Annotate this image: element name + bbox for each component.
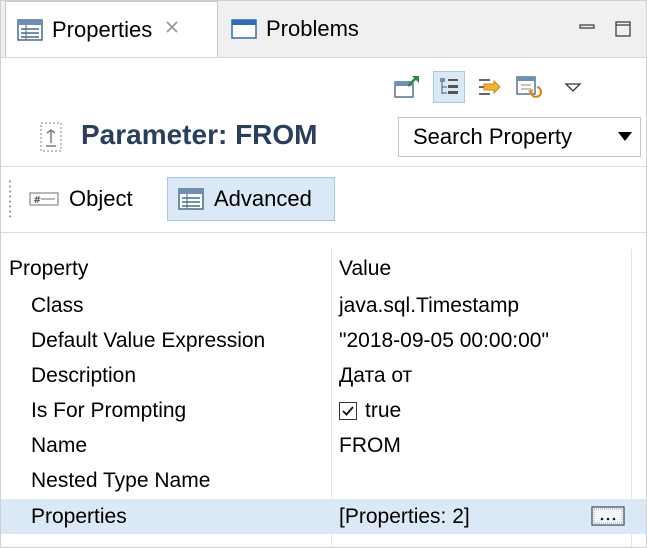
filter-advanced-icon bbox=[479, 79, 501, 95]
property-value[interactable]: "2018-09-05 00:00:00" bbox=[339, 323, 549, 358]
property-name: Name bbox=[31, 433, 88, 457]
properties-view: Properties Problems Parameter: FROM Sear… bbox=[0, 0, 647, 548]
maximize-view-button[interactable] bbox=[611, 17, 635, 41]
parameter-icon bbox=[37, 121, 65, 153]
table-row[interactable]: Nested Type Name bbox=[1, 463, 646, 498]
property-table: Property Value Class java.sql.Timestamp … bbox=[1, 249, 646, 547]
problems-view-icon bbox=[231, 18, 257, 40]
tab-object-label: Object bbox=[69, 186, 133, 211]
property-name: Description bbox=[31, 363, 137, 387]
show-advanced-button[interactable] bbox=[473, 71, 505, 103]
categories-tree-icon bbox=[440, 78, 458, 94]
checkbox-checked-icon[interactable] bbox=[339, 401, 357, 420]
tab-problems[interactable]: Problems bbox=[221, 1, 381, 57]
property-value[interactable]: java.sql.Timestamp bbox=[339, 288, 519, 323]
table-row-selected[interactable]: Properties [Properties: 2] bbox=[1, 499, 646, 534]
column-header-value[interactable]: Value bbox=[339, 251, 391, 286]
pin-view-button[interactable] bbox=[391, 71, 423, 103]
show-categories-button[interactable] bbox=[433, 71, 465, 103]
property-name: Nested Type Name bbox=[31, 468, 211, 492]
edit-properties-button[interactable] bbox=[590, 505, 626, 527]
checkbox-value-label: true bbox=[365, 398, 402, 422]
table-row[interactable]: Default Value Expression "2018-09-05 00:… bbox=[1, 323, 646, 358]
title-row: Parameter: FROM Search Property bbox=[1, 113, 646, 161]
property-category-tabs: # Object Advanced bbox=[1, 171, 646, 227]
tab-properties[interactable]: Properties bbox=[5, 1, 218, 57]
restore-default-icon bbox=[516, 76, 543, 98]
tab-advanced[interactable]: Advanced bbox=[167, 177, 335, 221]
tab-advanced-label: Advanced bbox=[214, 186, 312, 211]
table-header-row: Property Value bbox=[1, 251, 646, 287]
dropdown-arrow-icon[interactable] bbox=[618, 132, 632, 141]
divider bbox=[1, 232, 646, 233]
pin-view-icon bbox=[394, 76, 419, 98]
toolbar-grip[interactable] bbox=[8, 179, 12, 219]
restore-default-button[interactable] bbox=[513, 71, 545, 103]
object-field-icon: # bbox=[29, 191, 59, 207]
property-name: Default Value Expression bbox=[31, 328, 266, 352]
tab-object[interactable]: # Object bbox=[21, 177, 161, 221]
svg-text:#: # bbox=[33, 195, 41, 206]
divider bbox=[1, 166, 646, 167]
search-property-value: Search Property bbox=[413, 124, 572, 149]
property-value-checkbox[interactable]: true bbox=[339, 393, 401, 428]
property-value[interactable]: [Properties: 2] bbox=[339, 499, 470, 534]
maximize-icon bbox=[615, 21, 631, 37]
ellipsis-icon bbox=[591, 506, 625, 526]
tab-problems-label: Problems bbox=[266, 16, 359, 41]
property-value[interactable]: Дата от bbox=[339, 358, 412, 393]
table-row[interactable]: Is For Prompting true bbox=[1, 393, 646, 428]
close-tab-icon[interactable] bbox=[164, 19, 180, 40]
property-name: Is For Prompting bbox=[31, 398, 187, 422]
table-row[interactable]: Name FROM bbox=[1, 428, 646, 463]
table-row[interactable]: Description Дата от bbox=[1, 358, 646, 393]
chevron-down-icon bbox=[564, 83, 582, 92]
property-name: Properties bbox=[31, 504, 127, 528]
minimize-view-button[interactable] bbox=[575, 17, 599, 41]
search-property-select[interactable]: Search Property bbox=[398, 117, 641, 157]
column-header-property[interactable]: Property bbox=[9, 251, 88, 286]
property-name: Class bbox=[31, 293, 84, 317]
page-title: Parameter: FROM bbox=[81, 119, 318, 150]
tab-properties-label: Properties bbox=[52, 16, 153, 42]
minimize-icon bbox=[579, 24, 595, 29]
property-value[interactable]: FROM bbox=[339, 428, 401, 463]
view-tab-bar: Properties Problems bbox=[1, 1, 646, 58]
view-toolbar bbox=[381, 69, 643, 105]
properties-view-icon bbox=[17, 18, 43, 41]
table-row[interactable]: Class java.sql.Timestamp bbox=[1, 288, 646, 323]
advanced-table-icon bbox=[178, 188, 204, 210]
view-menu-button[interactable] bbox=[557, 71, 589, 103]
